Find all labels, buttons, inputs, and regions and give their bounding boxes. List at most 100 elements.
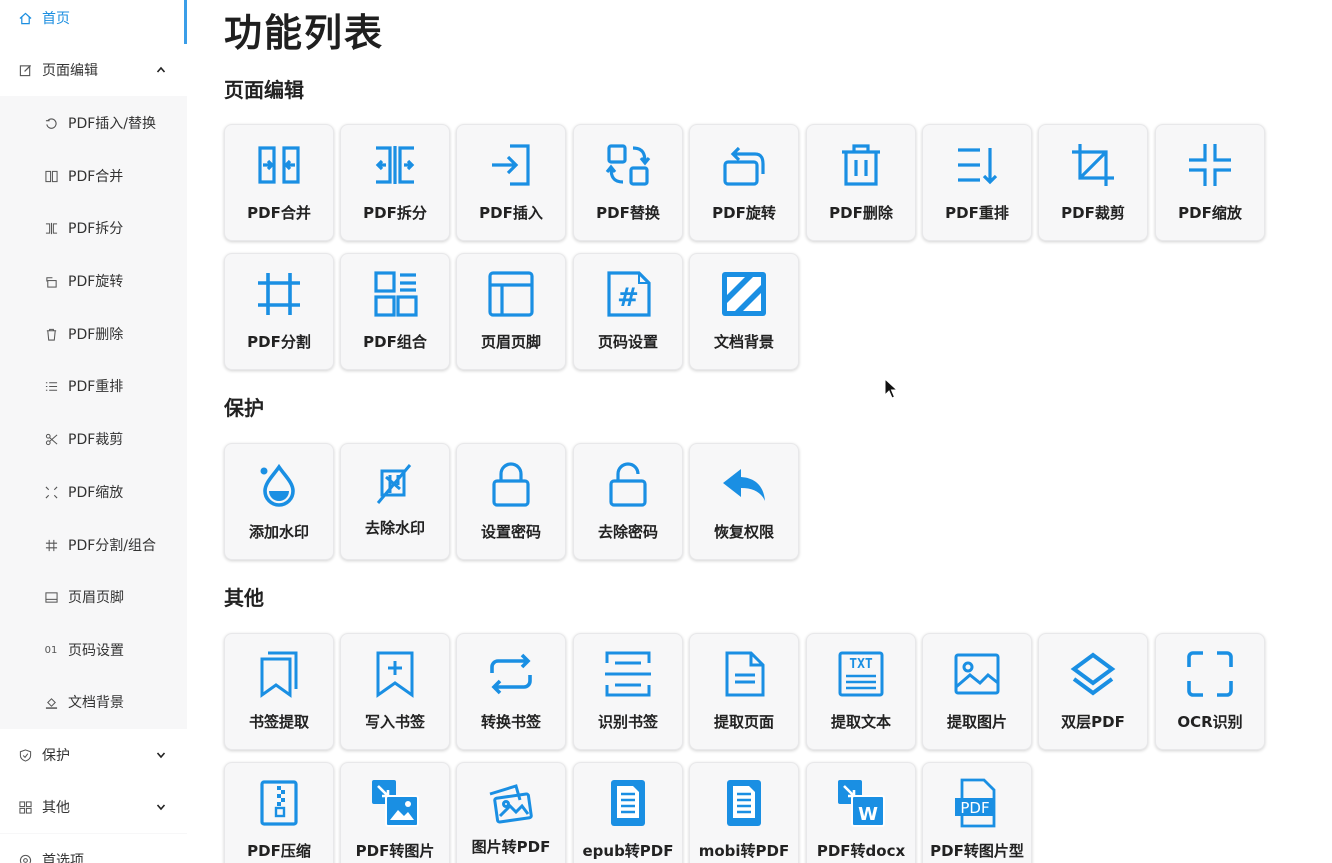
card-pdf-divide[interactable]: PDF分割	[224, 253, 334, 370]
trash-icon	[44, 327, 58, 341]
sidebar-item-reorder[interactable]: PDF重排	[0, 360, 187, 412]
svg-text:W: W	[858, 804, 878, 825]
sidebar-item-scale[interactable]: PDF缩放	[0, 466, 187, 518]
card-pdf-split[interactable]: PDF拆分	[340, 124, 450, 241]
split-icon	[341, 139, 449, 191]
card-remove-password[interactable]: 去除密码	[573, 443, 683, 560]
chevron-down-icon[interactable]	[155, 801, 167, 813]
pdf-to-word-icon: W	[807, 777, 915, 829]
bookmark-add-icon	[341, 648, 449, 700]
sidebar-item-merge[interactable]: PDF合并	[0, 150, 187, 202]
repeat-icon	[457, 648, 565, 700]
header-footer-icon	[457, 268, 565, 320]
card-pdf-rotate[interactable]: PDF旋转	[689, 124, 799, 241]
sidebar-item-label: PDF裁剪	[68, 432, 124, 448]
sidebar-item-label: PDF删除	[68, 327, 124, 343]
card-label: OCR识别	[1177, 713, 1243, 731]
card-add-watermark[interactable]: 添加水印	[224, 443, 334, 560]
card-recognize-bookmark[interactable]: 识别书签	[573, 633, 683, 750]
sidebar-item-label: 其他	[42, 800, 70, 816]
txt-file-icon: TXT	[807, 648, 915, 700]
card-label: 提取文本	[830, 713, 891, 731]
card-label: 添加水印	[248, 523, 309, 541]
card-pdf-replace[interactable]: PDF替换	[573, 124, 683, 241]
images-icon	[457, 777, 565, 829]
trash-icon	[807, 139, 915, 191]
sidebar-item-label: PDF合并	[68, 169, 124, 185]
section-title-page-edit: 页面编辑	[224, 78, 304, 102]
card-pdf-to-image[interactable]: PDF转图片	[340, 762, 450, 863]
home-icon	[18, 11, 32, 25]
sidebar-item-preferences[interactable]: 首选项	[0, 834, 187, 863]
sidebar-item-crop[interactable]: PDF裁剪	[0, 413, 187, 465]
card-pdf-to-image-pdf[interactable]: PDF PDF转图片型	[922, 762, 1032, 863]
card-epub-to-pdf[interactable]: epub转PDF	[573, 762, 683, 863]
card-remove-watermark[interactable]: 去除水印	[340, 443, 450, 560]
merge-icon	[44, 169, 58, 183]
card-write-bookmark[interactable]: 写入书签	[340, 633, 450, 750]
card-pdf-merge[interactable]: PDF合并	[224, 124, 334, 241]
card-pdf-to-docx[interactable]: W PDF转docx	[806, 762, 916, 863]
card-header-footer[interactable]: 页眉页脚	[456, 253, 566, 370]
sidebar-item-header-footer[interactable]: 页眉页脚	[0, 571, 187, 623]
sidebar-item-page-edit[interactable]: 页面编辑	[0, 44, 187, 96]
card-restore-permission[interactable]: 恢复权限	[689, 443, 799, 560]
card-label: PDF插入	[479, 204, 543, 222]
sidebar-item-label: PDF重排	[68, 379, 124, 395]
card-label: mobi转PDF	[698, 842, 790, 860]
card-bookmark-extract[interactable]: 书签提取	[224, 633, 334, 750]
card-mobi-to-pdf[interactable]: mobi转PDF	[689, 762, 799, 863]
card-image-to-pdf[interactable]: 图片转PDF	[456, 762, 566, 863]
card-pdf-delete[interactable]: PDF删除	[806, 124, 916, 241]
card-pdf-scale[interactable]: PDF缩放	[1155, 124, 1265, 241]
sidebar-item-split-combine[interactable]: PDF分割/组合	[0, 519, 187, 571]
card-label: epub转PDF	[582, 842, 674, 860]
card-doc-background[interactable]: 文档背景	[689, 253, 799, 370]
card-pdf-compress[interactable]: PDF压缩	[224, 762, 334, 863]
sidebar-item-protect[interactable]: 保护	[0, 729, 187, 781]
card-dual-layer-pdf[interactable]: 双层PDF	[1038, 633, 1148, 750]
card-pdf-combine[interactable]: PDF组合	[340, 253, 450, 370]
card-pdf-crop[interactable]: PDF裁剪	[1038, 124, 1148, 241]
pdf-file-icon: PDF	[923, 777, 1031, 829]
sidebar-item-background[interactable]: 文档背景	[0, 676, 187, 728]
sidebar-item-page-number[interactable]: 01 页码设置	[0, 624, 187, 676]
card-label: PDF裁剪	[1061, 204, 1125, 222]
card-label: PDF转图片	[355, 842, 435, 860]
layers-icon	[1039, 648, 1147, 700]
section-title-protect: 保护	[224, 396, 264, 420]
sidebar-item-insert-replace[interactable]: PDF插入/替换	[0, 97, 187, 149]
card-ocr[interactable]: OCR识别	[1155, 633, 1265, 750]
sidebar-item-label: 文档背景	[68, 695, 124, 711]
card-convert-bookmark[interactable]: 转换书签	[456, 633, 566, 750]
card-set-password[interactable]: 设置密码	[456, 443, 566, 560]
sidebar-item-split[interactable]: PDF拆分	[0, 202, 187, 254]
sidebar-item-label: PDF分割/组合	[68, 538, 156, 554]
page-number-icon: #	[574, 268, 682, 320]
card-page-number[interactable]: # 页码设置	[573, 253, 683, 370]
card-label: 设置密码	[480, 523, 541, 541]
scan-icon	[574, 648, 682, 700]
card-label: PDF拆分	[363, 204, 427, 222]
card-label: 转换书签	[480, 713, 541, 731]
card-label: 书签提取	[248, 713, 309, 731]
sidebar: 首页 页面编辑 PDF插入/替换 PDF合并 PDF拆分 PDF旋转 PDF删除	[0, 0, 187, 863]
sidebar-item-label: 保护	[42, 748, 70, 764]
card-extract-page[interactable]: 提取页面	[689, 633, 799, 750]
card-extract-text[interactable]: TXT 提取文本	[806, 633, 916, 750]
sidebar-item-label: PDF拆分	[68, 221, 124, 237]
chevron-up-icon[interactable]	[155, 64, 167, 76]
sidebar-item-home[interactable]: 首页	[0, 0, 187, 44]
card-extract-image[interactable]: 提取图片	[922, 633, 1032, 750]
merge-icon	[225, 139, 333, 191]
sidebar-item-rotate[interactable]: PDF旋转	[0, 255, 187, 307]
card-label: 去除密码	[597, 523, 658, 541]
sidebar-item-delete[interactable]: PDF删除	[0, 308, 187, 360]
sidebar-item-other[interactable]: 其他	[0, 781, 187, 833]
chevron-down-icon[interactable]	[155, 749, 167, 761]
bookmark-icon	[225, 648, 333, 700]
sidebar-item-label: 页眉页脚	[68, 590, 124, 606]
edit-icon	[18, 63, 32, 77]
card-pdf-insert[interactable]: PDF插入	[456, 124, 566, 241]
card-pdf-reorder[interactable]: PDF重排	[922, 124, 1032, 241]
